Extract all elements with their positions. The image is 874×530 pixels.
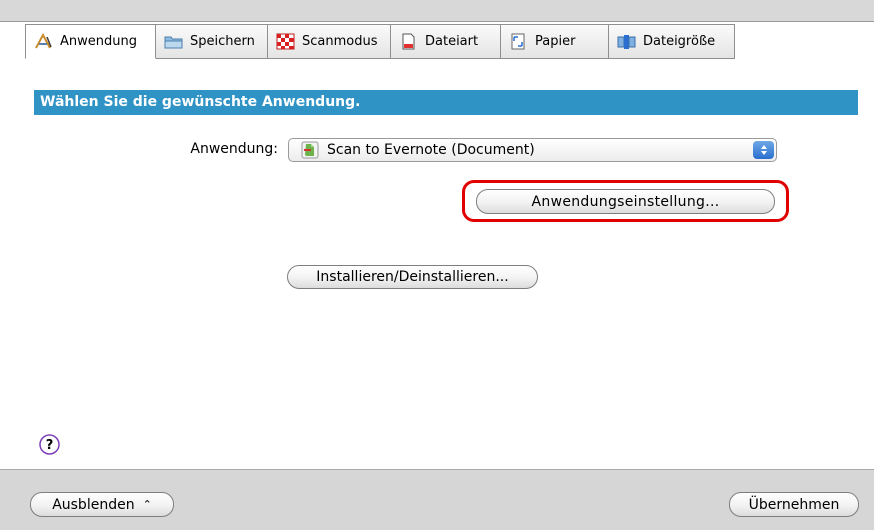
- application-label: Anwendung:: [190, 141, 278, 157]
- tab-dateiart[interactable]: Dateiart: [391, 24, 501, 59]
- tab-label: Papier: [535, 34, 576, 49]
- tab-label: Anwendung: [60, 34, 137, 49]
- tab-scanmodus[interactable]: Scanmodus: [268, 24, 391, 59]
- instruction-banner: Wählen Sie die gewünschte Anwendung.: [34, 90, 858, 115]
- svg-text:?: ?: [46, 438, 54, 453]
- tab-label: Scanmodus: [302, 34, 378, 49]
- hide-button-label: Ausblenden: [52, 496, 135, 513]
- top-bar: [0, 0, 874, 22]
- file-size-icon: [617, 35, 636, 49]
- tab-label: Speichern: [190, 34, 255, 49]
- tab-speichern[interactable]: Speichern: [156, 24, 268, 59]
- tab-label: Dateiart: [425, 34, 479, 49]
- select-stepper-icon[interactable]: [753, 141, 774, 159]
- tab-bar: Anwendung Speichern Scanmodus Dateiart P…: [25, 24, 735, 59]
- help-icon[interactable]: ?: [39, 434, 60, 455]
- application-settings-button[interactable]: Anwendungseinstellung...: [476, 189, 775, 214]
- selected-application: Scan to Evernote (Document): [327, 142, 535, 158]
- paper-icon: [511, 33, 525, 50]
- folder-icon: [164, 36, 183, 49]
- application-select[interactable]: Scan to Evernote (Document): [288, 138, 777, 162]
- file-type-icon: [402, 33, 415, 50]
- install-uninstall-button[interactable]: Installieren/Deinstallieren...: [287, 265, 538, 289]
- tab-papier[interactable]: Papier: [501, 24, 609, 59]
- chevron-up-icon: ⌃: [142, 498, 152, 511]
- application-icon: [35, 33, 52, 49]
- scan-mode-icon: [276, 33, 295, 50]
- apply-button[interactable]: Übernehmen: [729, 492, 859, 517]
- hide-button[interactable]: Ausblenden ⌃: [30, 492, 174, 517]
- tab-label: Dateigröße: [643, 34, 716, 49]
- evernote-icon: [301, 141, 319, 159]
- content-panel: [0, 21, 874, 469]
- tab-dateigroesse[interactable]: Dateigröße: [609, 24, 735, 59]
- tab-anwendung[interactable]: Anwendung: [25, 24, 156, 59]
